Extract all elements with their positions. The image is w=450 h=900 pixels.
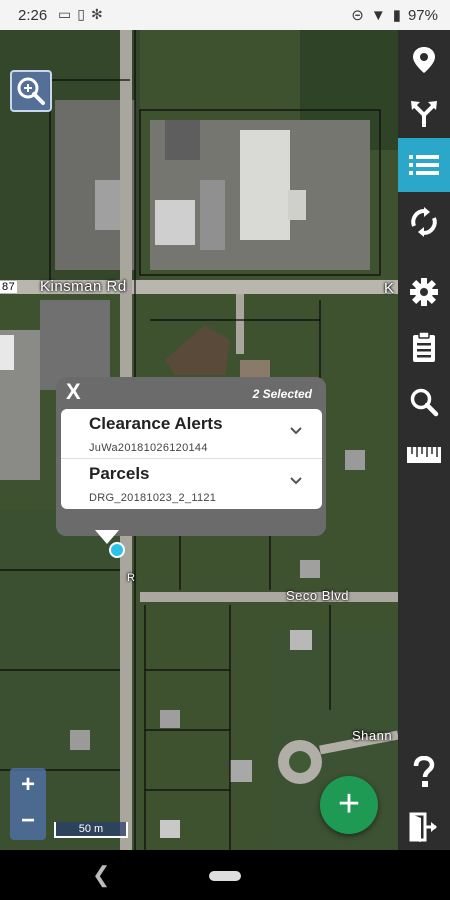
help-icon <box>413 756 435 787</box>
street-label-kinsman: Kinsman Rd <box>40 278 127 295</box>
search-icon <box>410 388 439 417</box>
exit-button[interactable] <box>398 800 450 854</box>
settings-button[interactable] <box>398 265 450 319</box>
home-pill[interactable] <box>209 871 241 881</box>
sync-button[interactable] <box>398 195 450 249</box>
popup-close-button[interactable]: X <box>66 379 81 405</box>
fan-icon: ✻ <box>90 6 103 22</box>
result-item-clearance-alerts[interactable]: Clearance Alerts JuWa20181026120144 <box>61 409 322 459</box>
result-item-subtitle: JuWa20181026120144 <box>89 442 208 454</box>
list-icon <box>409 155 439 175</box>
scale-bar: 50 m <box>54 822 128 838</box>
route-split-icon <box>411 101 437 127</box>
back-icon[interactable]: ❮ <box>92 862 110 888</box>
layers-list-button[interactable] <box>398 138 450 192</box>
popup-results-list: Clearance Alerts JuWa20181026120144 Parc… <box>61 409 322 509</box>
exit-icon <box>409 812 437 842</box>
phone-icon: ▯ <box>77 6 85 22</box>
dnd-icon: ⊝ <box>351 7 364 24</box>
search-button[interactable] <box>398 375 450 429</box>
location-button[interactable] <box>398 33 450 87</box>
selected-location-marker[interactable] <box>109 542 125 558</box>
street-label-r: R <box>127 572 136 584</box>
result-item-title: Parcels <box>89 464 150 483</box>
clipboard-icon <box>413 331 435 362</box>
status-bar: 2:26 ▭ ▯ ✻ ⊝ ▼ ▮ 97% <box>0 0 450 30</box>
zoom-out-button[interactable]: − <box>10 804 46 840</box>
chevron-down-icon[interactable] <box>288 473 304 489</box>
street-label-k: K <box>384 280 395 297</box>
route-number-label: 87 <box>0 281 18 293</box>
system-nav-bar: ❮ <box>0 850 450 900</box>
side-toolbar <box>398 30 450 850</box>
battery-level: 97% <box>407 6 438 24</box>
add-fab-button[interactable]: + <box>320 776 378 834</box>
location-pin-icon <box>413 47 435 73</box>
zoom-search-icon <box>17 77 45 105</box>
street-label-shann: Shann <box>352 728 393 743</box>
zoom-control: + − <box>10 768 46 840</box>
identify-popup: X 2 Selected Clearance Alerts JuWa201810… <box>56 377 326 536</box>
gear-icon <box>410 278 438 306</box>
wifi-icon: ▼ <box>370 6 386 24</box>
result-item-title: Clearance Alerts <box>89 414 223 433</box>
street-label-seco: Seco Blvd <box>286 588 350 603</box>
chevron-down-icon[interactable] <box>288 423 304 439</box>
result-item-parcels[interactable]: Parcels DRG_20181023_2_1121 <box>61 459 322 509</box>
status-time: 2:26 <box>18 7 48 24</box>
zoom-extent-button[interactable] <box>10 70 52 112</box>
result-item-subtitle: DRG_20181023_2_1121 <box>89 492 217 504</box>
sim-icon: ▭ <box>58 6 72 22</box>
route-button[interactable] <box>398 87 450 141</box>
help-button[interactable] <box>398 745 450 799</box>
clipboard-button[interactable] <box>398 320 450 374</box>
measure-button[interactable] <box>398 428 450 482</box>
battery-icon: ▮ <box>392 7 401 24</box>
selected-count: 2 Selected <box>252 387 312 401</box>
sync-icon <box>411 207 437 237</box>
ruler-icon <box>407 447 441 463</box>
zoom-in-button[interactable]: + <box>10 768 46 804</box>
